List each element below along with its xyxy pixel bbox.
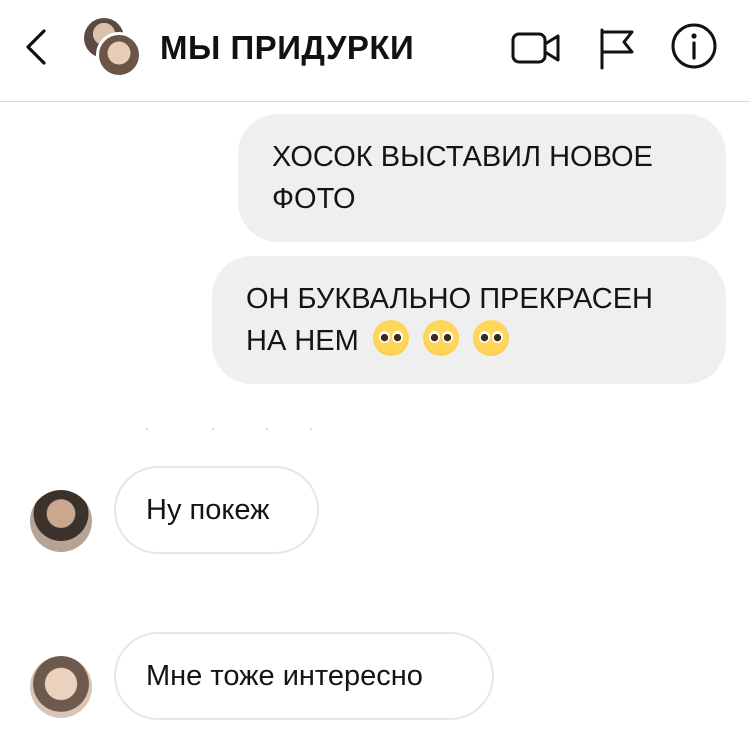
pleading-face-emoji [422,320,459,356]
pleading-face-emoji [372,320,409,356]
chevron-left-icon[interactable] [18,27,54,67]
pleading-face-emoji [472,320,509,356]
avatar[interactable] [30,490,92,552]
message-text: НА НЕМ [246,325,359,357]
message-text: ФОТО [272,183,356,215]
flag-icon[interactable] [596,26,638,70]
chat-title[interactable]: МЫ ПРИДУРКИ [160,28,414,68]
message-text: ХОСОК ВЫСТАВИЛ НОВОЕ [272,141,653,173]
message-text: Ну покеж [146,494,270,526]
message-text: ОН БУКВАЛЬНО ПРЕКРАСЕН [246,283,653,315]
message-bubble-incoming[interactable]: Мне тоже интересно [114,632,494,720]
info-icon[interactable] [670,22,718,70]
message-bubble-incoming[interactable]: Ну покеж [114,466,319,554]
member-avatar [96,32,142,78]
avatar[interactable] [30,656,92,718]
group-avatar[interactable] [84,18,144,80]
video-camera-icon[interactable] [510,26,562,70]
typing-divider [146,428,316,432]
chat-header: МЫ ПРИДУРКИ [0,0,750,102]
message-bubble-outgoing[interactable]: ХОСОК ВЫСТАВИЛ НОВОЕ ФОТО [238,114,726,242]
message-text: Мне тоже интересно [146,660,423,692]
message-bubble-outgoing[interactable]: ОН БУКВАЛЬНО ПРЕКРАСЕН НА НЕМ [212,256,726,384]
